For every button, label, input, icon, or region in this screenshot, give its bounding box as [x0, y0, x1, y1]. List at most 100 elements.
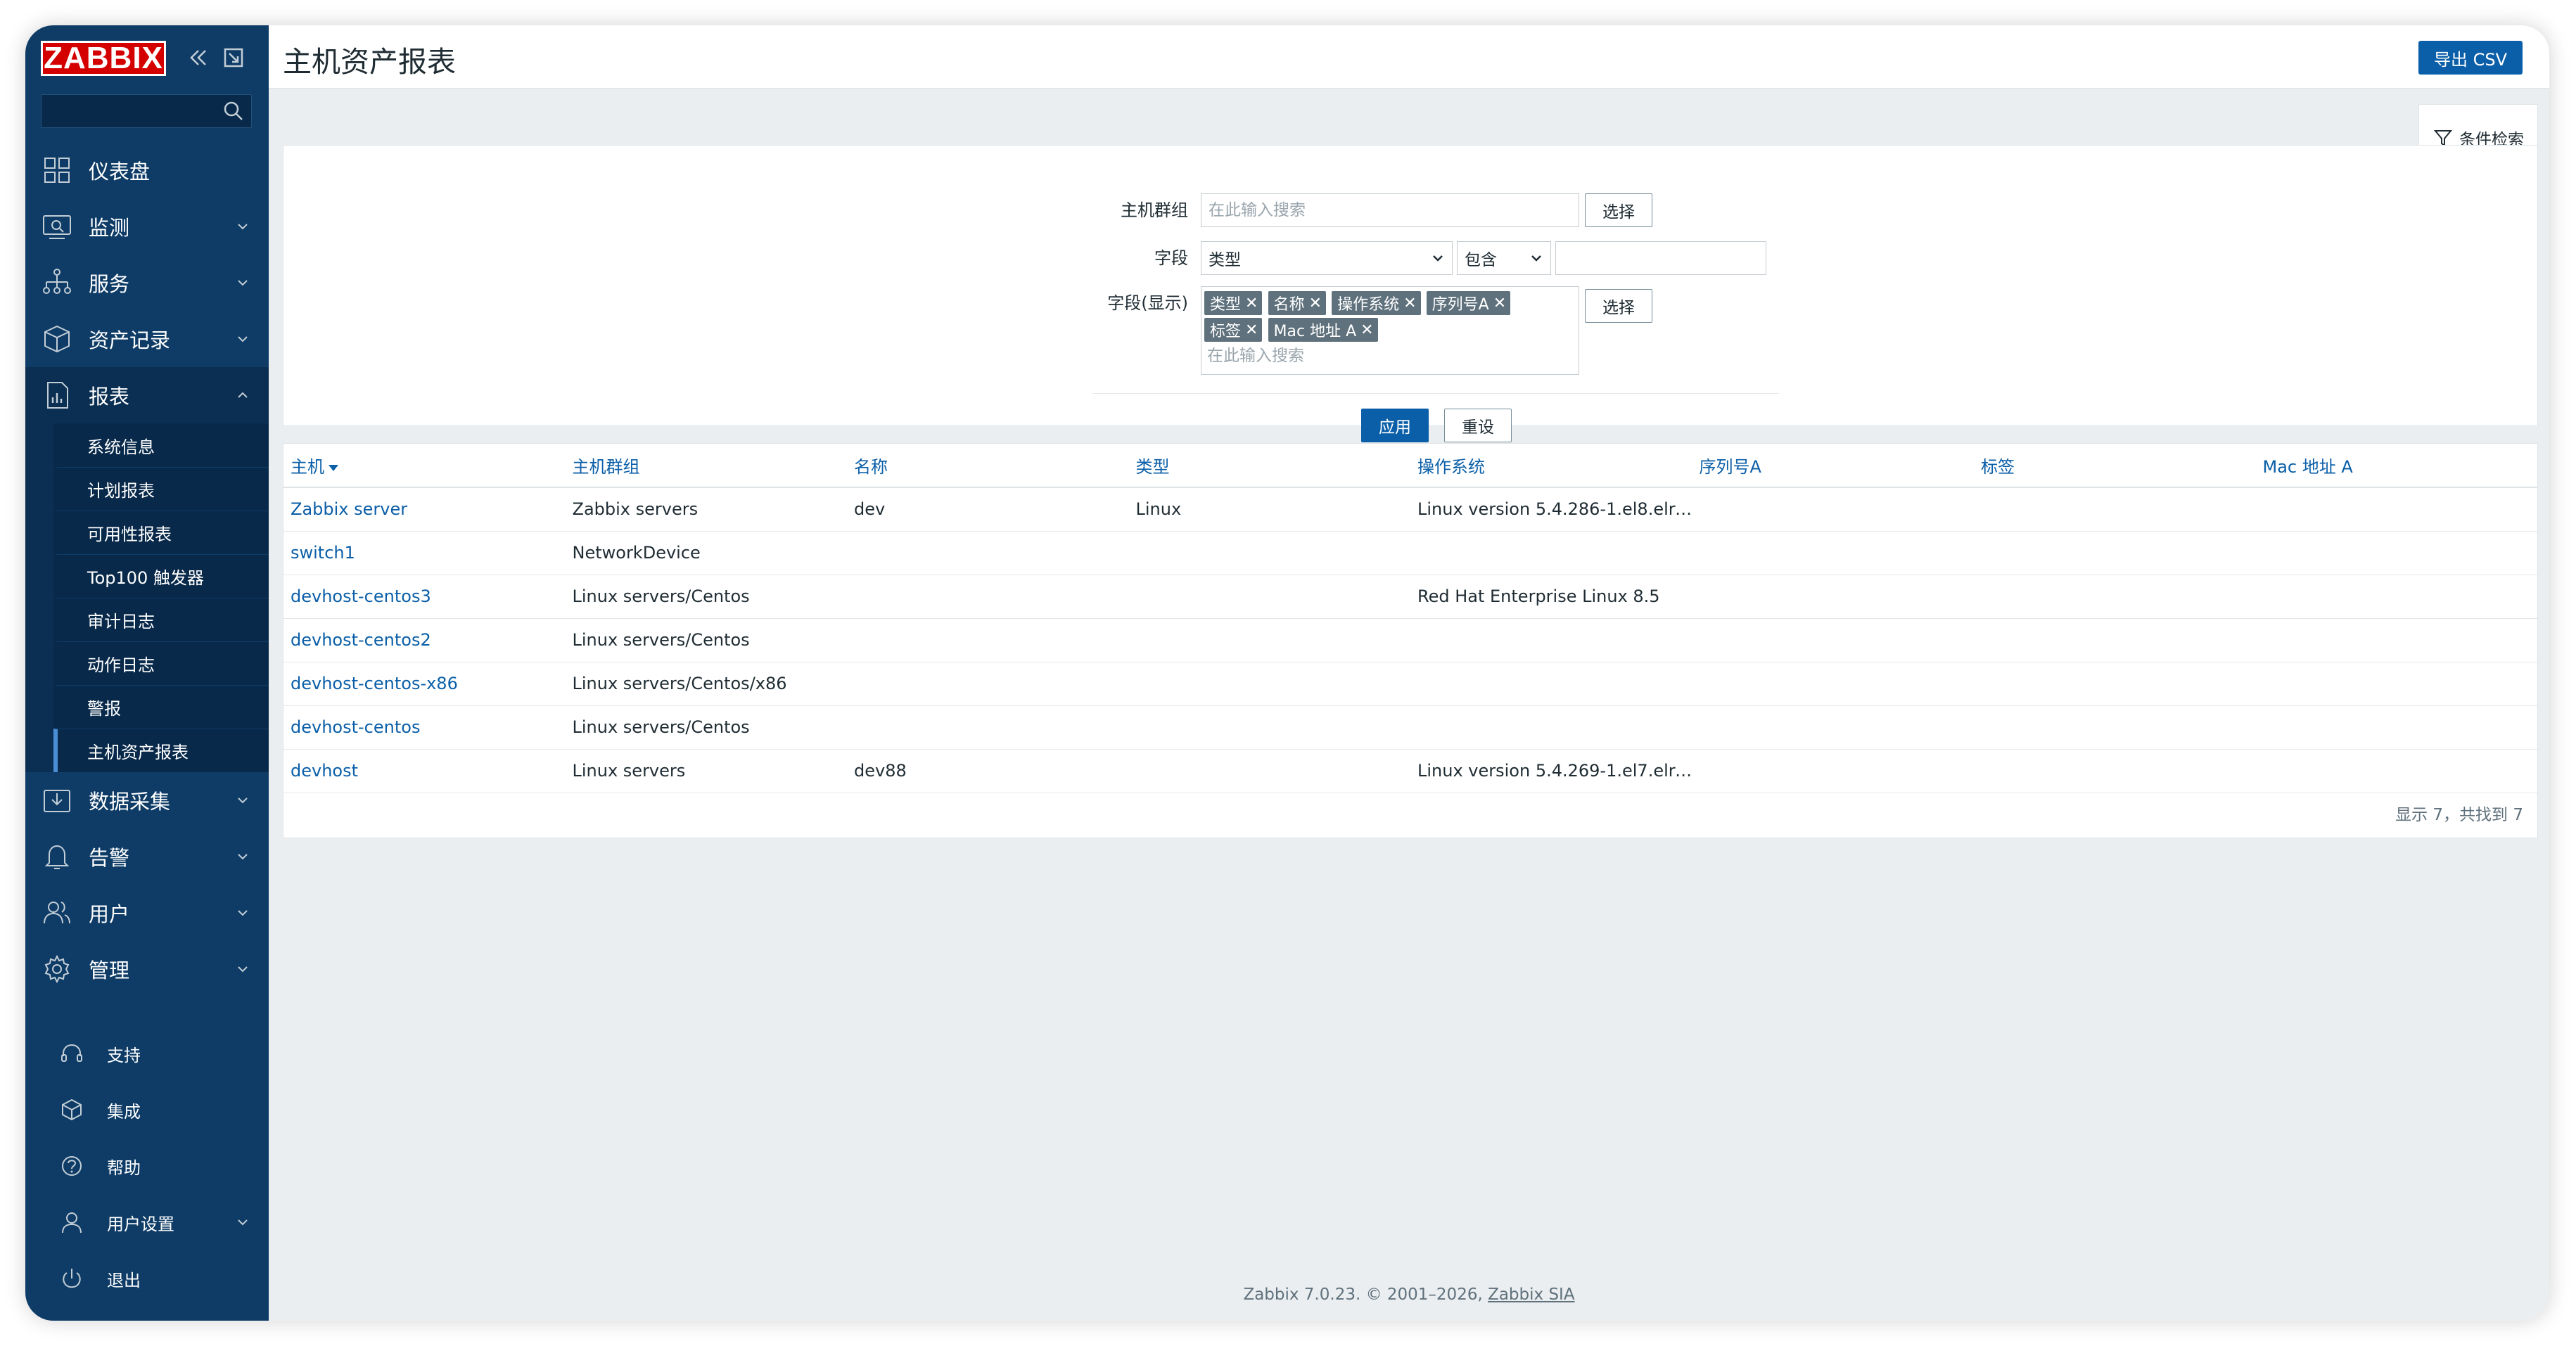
table-row: switch1 NetworkDevice	[283, 531, 2537, 575]
remove-tag-icon[interactable]: ✕	[1309, 295, 1322, 312]
chevron-down-icon	[238, 224, 248, 230]
cell-tag	[1974, 705, 2256, 750]
column-header-serial[interactable]: 序列号A	[1692, 444, 1974, 488]
submenu-top100-triggers[interactable]: Top100 触发器	[53, 554, 269, 598]
column-header-os[interactable]: 操作系统	[1410, 444, 1692, 488]
host-link[interactable]: devhost-centos-x86	[283, 662, 566, 706]
menu-users[interactable]: 用户	[25, 885, 269, 941]
menu-dashboards[interactable]: 仪表盘	[25, 142, 269, 198]
column-header-host[interactable]: 主机	[283, 444, 566, 488]
cell-serial	[1692, 618, 1974, 662]
kiosk-mode-icon[interactable]	[219, 44, 248, 72]
tag-serial: 序列号A ✕	[1426, 291, 1511, 315]
chevron-down-icon	[238, 797, 248, 804]
host-link[interactable]: devhost-centos	[283, 705, 566, 750]
menu-reports[interactable]: 报表	[25, 367, 269, 423]
operator-select-value: 包含	[1465, 251, 1497, 269]
submenu-notifications[interactable]: 警报	[53, 685, 269, 729]
collapse-sidebar-icon[interactable]	[184, 44, 212, 72]
host-link[interactable]: devhost-centos3	[283, 575, 566, 619]
display-fields-select-button[interactable]: 选择	[1585, 289, 1652, 323]
menu-label: 管理	[89, 959, 130, 982]
dashboard-icon	[41, 154, 73, 186]
column-header-type[interactable]: 类型	[1128, 444, 1410, 488]
menu-label: 报表	[89, 385, 130, 409]
cell-os: Linux version 5.4.286-1.el8.elrep…	[1410, 487, 1692, 532]
remove-tag-icon[interactable]: ✕	[1360, 321, 1373, 339]
remove-tag-icon[interactable]: ✕	[1403, 295, 1416, 312]
menu-data-collection[interactable]: 数据采集	[25, 772, 269, 828]
cell-os: Red Hat Enterprise Linux 8.5	[1410, 575, 1692, 619]
submenu-availability-report[interactable]: 可用性报表	[53, 511, 269, 554]
cell-serial	[1692, 487, 1974, 532]
menu-label: 支持	[107, 1045, 141, 1065]
cell-os	[1410, 531, 1692, 575]
cell-type	[1128, 618, 1410, 662]
cell-type: Linux	[1128, 487, 1410, 532]
footer-link[interactable]: Zabbix SIA	[1488, 1286, 1574, 1304]
apply-button[interactable]: 应用	[1361, 409, 1429, 442]
remove-tag-icon[interactable]: ✕	[1245, 321, 1258, 339]
field-select[interactable]: 类型	[1201, 241, 1453, 275]
menu-support[interactable]: 支持	[25, 1025, 269, 1082]
menu-label: 用户	[89, 902, 130, 926]
cell-type	[1128, 575, 1410, 619]
host-link[interactable]: switch1	[283, 531, 566, 575]
menu-integrations[interactable]: 集成	[25, 1082, 269, 1138]
host-link[interactable]: devhost-centos2	[283, 618, 566, 662]
cell-host-group: Linux servers/Centos/x86	[565, 662, 847, 706]
column-header-mac[interactable]: Mac 地址 A	[2255, 444, 2537, 488]
menu-user-settings[interactable]: 用户设置	[25, 1194, 269, 1250]
gear-icon	[41, 953, 73, 985]
display-fields-multiselect[interactable]: 类型 ✕ 名称 ✕ 操作系统 ✕ 序列号A ✕ 标签 ✕ Mac 地址 A ✕	[1201, 286, 1579, 375]
cell-tag	[1974, 749, 2256, 793]
chevron-down-icon	[238, 1219, 248, 1226]
column-header-name[interactable]: 名称	[847, 444, 1129, 488]
submenu-system-info[interactable]: 系统信息	[53, 423, 269, 467]
menu-alerts[interactable]: 告警	[25, 828, 269, 885]
menu-sign-out[interactable]: 退出	[25, 1250, 269, 1307]
submenu-scheduled-reports[interactable]: 计划报表	[53, 467, 269, 511]
cell-serial	[1692, 749, 1974, 793]
menu-inventory[interactable]: 资产记录	[25, 311, 269, 367]
display-fields-label: 字段(显示)	[1107, 293, 1188, 313]
cell-type	[1128, 531, 1410, 575]
cell-serial	[1692, 575, 1974, 619]
monitoring-icon	[41, 210, 73, 243]
display-fields-search-input[interactable]	[1204, 343, 1576, 368]
remove-tag-icon[interactable]: ✕	[1245, 295, 1258, 312]
page-footer: Zabbix 7.0.23. © 2001–2026, Zabbix SIA	[269, 1286, 2549, 1304]
menu-monitoring[interactable]: 监测	[25, 198, 269, 255]
column-header-tag[interactable]: 标签	[1974, 444, 2256, 488]
field-value-input[interactable]	[1555, 241, 1766, 275]
inventory-icon	[41, 323, 73, 355]
host-link[interactable]: devhost	[283, 749, 566, 793]
operator-select[interactable]: 包含	[1457, 241, 1551, 275]
menu-label: 监测	[89, 216, 130, 240]
menu-administration[interactable]: 管理	[25, 941, 269, 997]
submenu-host-inventory-report[interactable]: 主机资产报表	[53, 729, 269, 772]
inventory-table: 主机 主机群组 名称 类型 操作系统 序列号A 标签 Mac 地址 A Zabb…	[283, 444, 2537, 793]
remove-tag-icon[interactable]: ✕	[1493, 295, 1506, 312]
cell-tag	[1974, 531, 2256, 575]
menu-label: 退出	[107, 1270, 141, 1290]
tag-os: 操作系统 ✕	[1332, 291, 1421, 315]
reset-button[interactable]: 重设	[1444, 409, 1512, 442]
submenu-audit-log[interactable]: 审计日志	[53, 598, 269, 641]
host-link[interactable]: Zabbix server	[283, 487, 566, 532]
page-header: 主机资产报表 导出 CSV	[269, 25, 2549, 89]
host-group-select-button[interactable]: 选择	[1585, 193, 1652, 227]
menu-services[interactable]: 服务	[25, 255, 269, 311]
sidebar-search-input[interactable]	[42, 95, 251, 127]
search-icon[interactable]	[222, 99, 246, 123]
zabbix-logo[interactable]: ZABBIX	[41, 41, 166, 76]
reports-icon	[41, 379, 73, 411]
inventory-table-panel: 主机 主机群组 名称 类型 操作系统 序列号A 标签 Mac 地址 A Zabb…	[283, 443, 2538, 838]
export-csv-button[interactable]: 导出 CSV	[2418, 41, 2523, 75]
column-header-host-group[interactable]: 主机群组	[565, 444, 847, 488]
app-window: ZABBIX 仪表盘 监测 服务 资产记录 报表 系统信息 计划报表 可用性报表…	[25, 25, 2549, 1321]
submenu-action-log[interactable]: 动作日志	[53, 641, 269, 685]
menu-help[interactable]: 帮助	[25, 1138, 269, 1194]
host-group-input[interactable]	[1201, 193, 1579, 227]
cell-host-group: Zabbix servers	[565, 487, 847, 532]
